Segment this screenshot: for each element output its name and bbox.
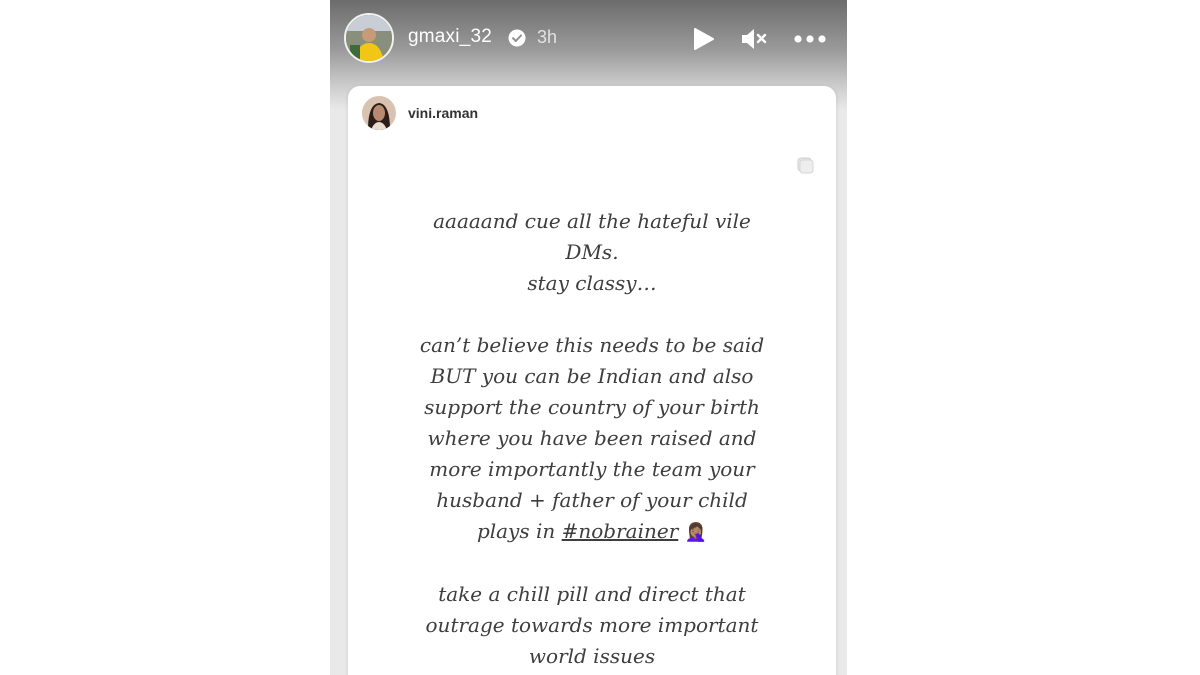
reshared-story-card[interactable]: vini.raman aaaaand cue all the hateful v… bbox=[348, 86, 836, 675]
story-text: aaaaand cue all the hateful vile DMs. st… bbox=[348, 206, 836, 672]
text-line: more importantly the team your bbox=[429, 457, 755, 481]
play-icon[interactable] bbox=[688, 24, 718, 54]
facepalm-emoji: 🤦🏽‍♀️ bbox=[684, 522, 708, 543]
repost-avatar[interactable] bbox=[362, 96, 396, 130]
story-viewer: gmaxi_32 3h vini.raman aaaaand cue all t… bbox=[330, 0, 847, 675]
sticker-icon[interactable] bbox=[796, 156, 814, 174]
text-line: outrage towards more important bbox=[425, 613, 759, 637]
profile-avatar[interactable] bbox=[344, 13, 394, 63]
text-line: can’t believe this needs to be said bbox=[419, 333, 765, 357]
text-line: where you have been raised and bbox=[427, 426, 757, 450]
story-header: gmaxi_32 3h bbox=[330, 0, 847, 76]
text-line: take a chill pill and direct that bbox=[438, 582, 746, 606]
story-username[interactable]: gmaxi_32 bbox=[408, 26, 492, 48]
text-fragment: plays in bbox=[476, 519, 556, 543]
text-line: world issues bbox=[528, 644, 656, 668]
more-options-icon[interactable] bbox=[792, 24, 828, 54]
text-line: DMs. bbox=[565, 240, 619, 264]
story-timestamp: 3h bbox=[537, 27, 558, 47]
text-line: BUT you can be Indian and also bbox=[430, 364, 754, 388]
text-line-with-hashtag: plays in #nobrainer 🤦🏽‍♀️ bbox=[348, 516, 836, 548]
mute-icon[interactable] bbox=[738, 24, 768, 54]
verified-badge-icon bbox=[508, 29, 526, 47]
repost-username[interactable]: vini.raman bbox=[408, 105, 478, 121]
text-line: husband + father of your child bbox=[436, 488, 748, 512]
hashtag-link[interactable]: #nobrainer bbox=[562, 519, 679, 543]
text-line: support the country of your birth bbox=[424, 395, 760, 419]
text-line: aaaaand cue all the hateful vile bbox=[433, 209, 751, 233]
text-line: stay classy… bbox=[527, 271, 657, 295]
